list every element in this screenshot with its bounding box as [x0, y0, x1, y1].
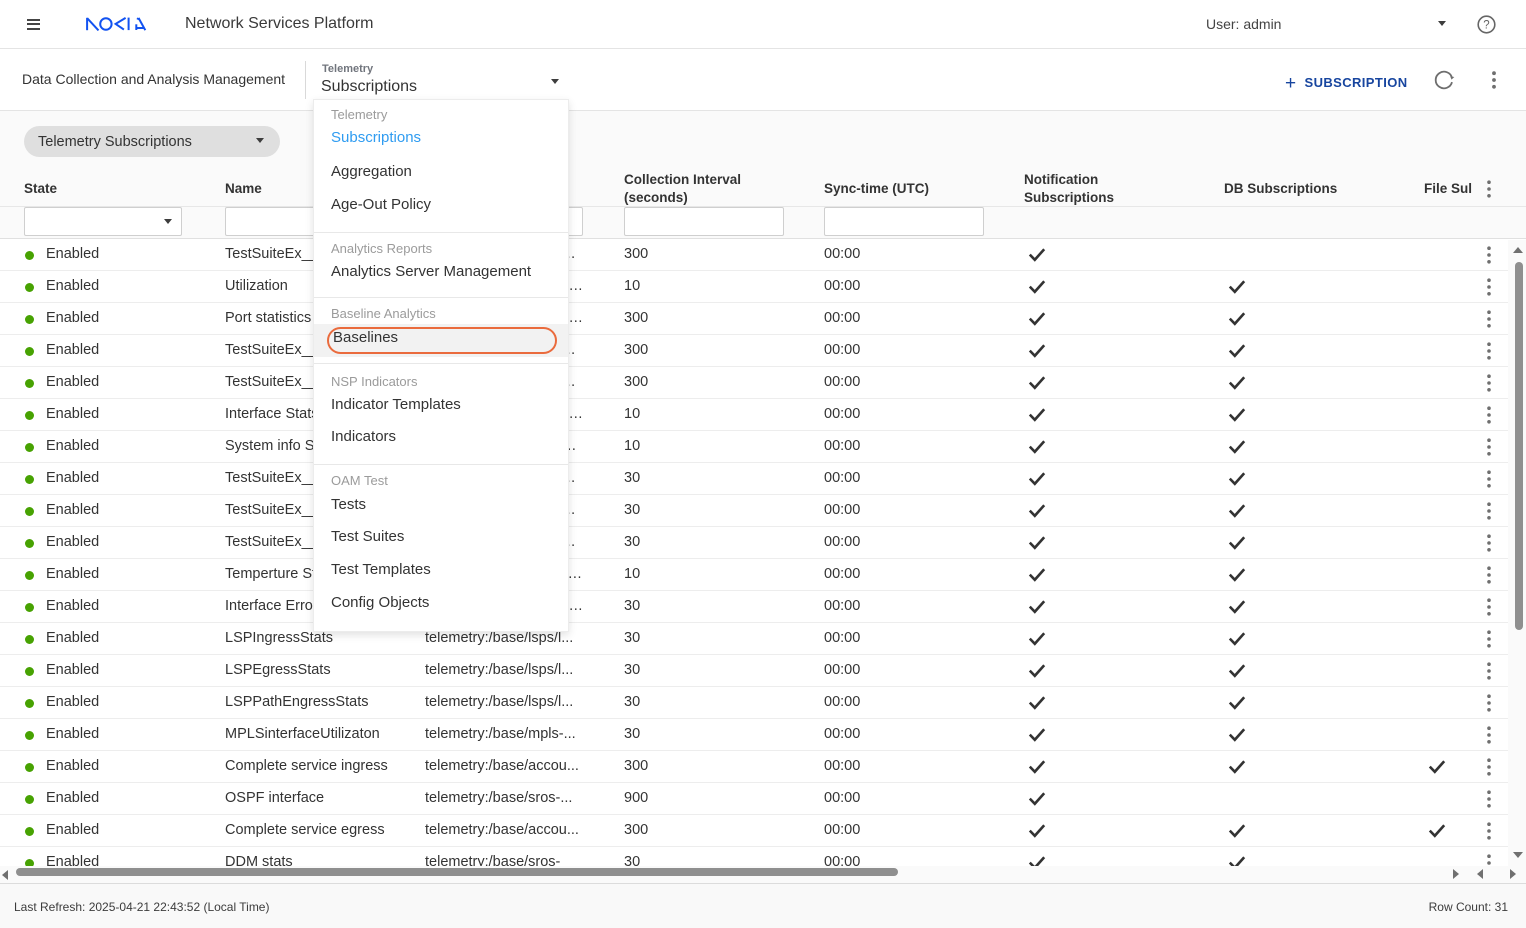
svg-text:?: ? — [1483, 19, 1489, 31]
